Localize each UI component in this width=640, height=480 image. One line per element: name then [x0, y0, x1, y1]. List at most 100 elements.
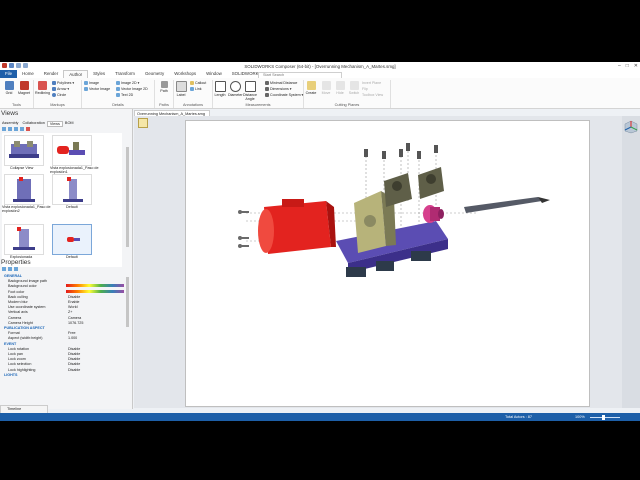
invert-plane-button[interactable]: Invert Plane: [362, 81, 381, 85]
property-section-header[interactable]: LIGHTS: [2, 373, 124, 378]
publication-page[interactable]: [185, 120, 590, 407]
hide-cutting-plane-button[interactable]: Hide: [333, 81, 347, 95]
redlining-button[interactable]: Redlining: [35, 81, 50, 95]
tab-geometry[interactable]: Geometry: [140, 70, 169, 78]
image-button[interactable]: Image: [84, 81, 99, 85]
image-2d-button[interactable]: Image 2D ▾: [116, 81, 139, 85]
alphabetical-icon[interactable]: [8, 267, 12, 271]
arrow-button[interactable]: Arrow ▾: [52, 87, 69, 91]
properties-toolbar: [2, 267, 18, 271]
filter-icon[interactable]: [14, 267, 18, 271]
callout-button[interactable]: Callout: [190, 81, 206, 85]
vector-image-2d-button[interactable]: Vector Image 2D: [116, 87, 148, 91]
left-pane: Views Assembly Collaboration Views BOM C…: [0, 109, 133, 409]
tab-render[interactable]: Render: [39, 70, 63, 78]
label-button[interactable]: Label: [174, 81, 188, 97]
update-view-icon[interactable]: [8, 127, 12, 131]
zoom-slider-handle[interactable]: [602, 415, 605, 420]
ribbon-group-paths: Path Paths: [155, 80, 174, 108]
create-view-icon[interactable]: [2, 127, 6, 131]
grid-button[interactable]: Grid: [2, 81, 16, 95]
dimensions-icon: [265, 87, 269, 91]
circle-button[interactable]: Circle: [52, 93, 66, 97]
image-icon: [84, 81, 88, 85]
views-toolbar: [2, 127, 30, 131]
text-2d-button[interactable]: Text 2D: [116, 93, 133, 97]
toolbox-view-button[interactable]: Toolbox View: [362, 93, 383, 97]
total-actors-status: Total Actors : 87: [505, 415, 533, 419]
property-key: LIGHTS: [4, 372, 18, 377]
view-preview-image: [67, 237, 80, 242]
circle-icon: [52, 93, 56, 97]
background-color-swatch[interactable]: [66, 284, 124, 287]
properties-scrollbar[interactable]: [126, 277, 129, 327]
switch-cutting-plane-button[interactable]: Switch: [347, 81, 361, 95]
polylines-button[interactable]: Polylines ▾: [52, 81, 74, 85]
path-button[interactable]: Path: [157, 81, 171, 93]
paste-view-icon[interactable]: [20, 127, 24, 131]
view-thumbnail[interactable]: [52, 174, 92, 205]
link-button[interactable]: Link: [190, 87, 202, 91]
view-label: Default: [66, 255, 78, 259]
ribbon: Grid Magnet Tools Redlining Polylines ▾ …: [0, 78, 640, 109]
copy-view-icon[interactable]: [14, 127, 18, 131]
diameter-icon: [229, 81, 241, 92]
zoom-slider[interactable]: [590, 415, 620, 420]
view-label: Default: [66, 205, 78, 209]
tab-file[interactable]: File: [0, 70, 18, 78]
view-thumbnail[interactable]: [4, 174, 44, 205]
view-thumbnail[interactable]: [52, 135, 92, 166]
minimal-distance-button[interactable]: Minimal Distance: [265, 81, 297, 85]
categorized-icon[interactable]: [2, 267, 6, 271]
tab-window[interactable]: Window: [201, 70, 227, 78]
magnet-button[interactable]: Magnet: [17, 81, 31, 95]
views-thumbnail-list: Collapse View Vista explosionada1_Paso d…: [2, 133, 122, 267]
view-thumbnail[interactable]: [4, 224, 44, 255]
coordinate-system-button[interactable]: Coordinate System ▾: [265, 93, 303, 97]
tab-workshops[interactable]: Workshops: [169, 70, 201, 78]
view-preview-image: [63, 177, 83, 202]
move-icon: [321, 81, 331, 90]
bearing-screws: [364, 143, 438, 159]
dimensions-button[interactable]: Dimensions ▾: [265, 87, 292, 91]
vector-image-button[interactable]: Vector Image: [84, 87, 110, 91]
move-cutting-plane-button[interactable]: Move: [319, 81, 333, 95]
polyline-icon: [52, 81, 56, 85]
properties-panel-title: Properties: [1, 259, 31, 266]
link-icon: [190, 87, 194, 91]
tab-bom[interactable]: BOM: [63, 121, 76, 127]
tab-transform[interactable]: Transform: [110, 70, 140, 78]
views-panel-title: Views: [1, 110, 19, 117]
tab-views[interactable]: Views: [46, 121, 63, 127]
flip-button[interactable]: Flip: [362, 87, 368, 91]
vector-image-icon: [84, 87, 88, 91]
drive-shaft: [464, 197, 550, 213]
delete-view-icon[interactable]: [26, 127, 30, 131]
navigation-cube-icon[interactable]: [624, 120, 638, 134]
tab-home[interactable]: Home: [17, 70, 39, 78]
view-preview-image: [9, 141, 39, 158]
close-button[interactable]: ✕: [634, 63, 638, 69]
foot-color-swatch[interactable]: [66, 290, 124, 293]
ribbon-group-tools: Grid Magnet Tools: [0, 80, 34, 108]
views-scrollbar[interactable]: [126, 147, 129, 247]
diameter-button[interactable]: Diameter: [228, 81, 243, 97]
status-bar: Total Actors : 87 100%: [0, 413, 640, 421]
view-thumbnail[interactable]: [4, 135, 44, 166]
viewport-toolbar-icon[interactable]: [138, 118, 148, 128]
arrow-icon: [52, 87, 56, 91]
image-2d-icon: [116, 81, 120, 85]
grid-icon: [4, 81, 14, 90]
tab-styles[interactable]: Styles: [88, 70, 110, 78]
zoom-level: 100%: [575, 415, 585, 419]
length-button[interactable]: Length: [213, 81, 227, 97]
distance-angle-button[interactable]: Distance Angle: [243, 81, 257, 101]
maximize-button[interactable]: □: [626, 63, 629, 69]
view-thumbnail-selected[interactable]: [52, 224, 92, 255]
3d-viewport[interactable]: [134, 116, 640, 408]
switch-icon: [349, 81, 359, 90]
minimize-button[interactable]: –: [618, 63, 621, 69]
ribbon-group-measurements: Length Diameter Distance Angle Minimal D…: [213, 80, 304, 108]
tab-author[interactable]: Author: [63, 70, 89, 78]
create-cutting-plane-button[interactable]: Create: [304, 81, 318, 95]
